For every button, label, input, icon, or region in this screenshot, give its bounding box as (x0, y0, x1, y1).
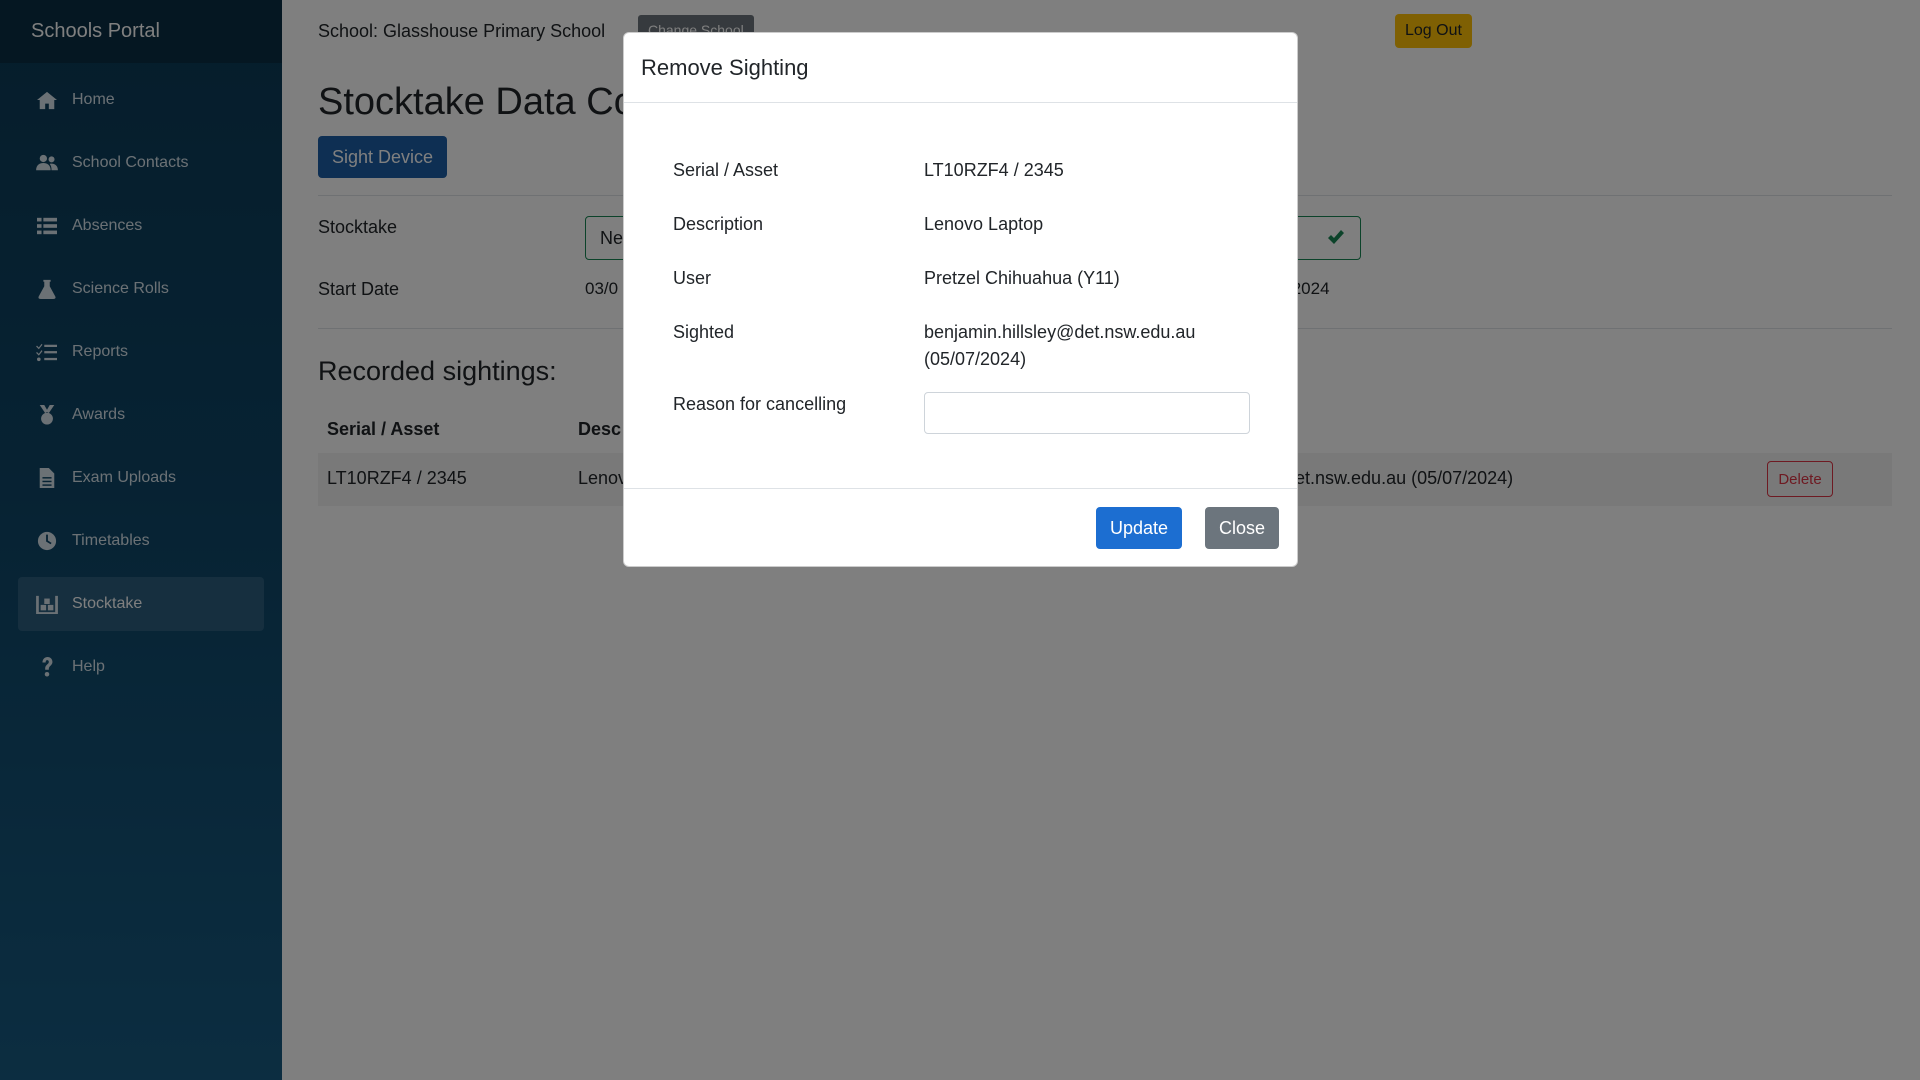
reason-input[interactable] (924, 392, 1250, 434)
user-value: Pretzel Chihuahua (Y11) (924, 268, 1120, 288)
update-button[interactable]: Update (1096, 507, 1183, 549)
modal-footer: Update Close (624, 488, 1297, 568)
user-label: User (673, 268, 712, 288)
description-value: Lenovo Laptop (924, 214, 1044, 234)
reason-label: Reason for cancelling (673, 394, 847, 414)
description-label: Description (673, 214, 764, 234)
close-button[interactable]: Close (1205, 507, 1280, 549)
modal-header: Remove Sighting (624, 33, 1297, 103)
serial-label: Serial / Asset (673, 160, 779, 180)
sighted-date: (05/07/2024) (924, 349, 1027, 369)
sighted-email: benjamin.hillsley@det.nsw.edu.au (924, 322, 1196, 342)
remove-sighting-modal: Remove Sighting Serial / Asset LT10RZF4 … (623, 32, 1298, 567)
serial-value: LT10RZF4 / 2345 (924, 160, 1064, 180)
sighted-value: benjamin.hillsley@det.nsw.edu.au (05/07/… (924, 319, 1195, 373)
modal-title: Remove Sighting (641, 54, 809, 80)
sighted-label: Sighted (673, 322, 735, 342)
